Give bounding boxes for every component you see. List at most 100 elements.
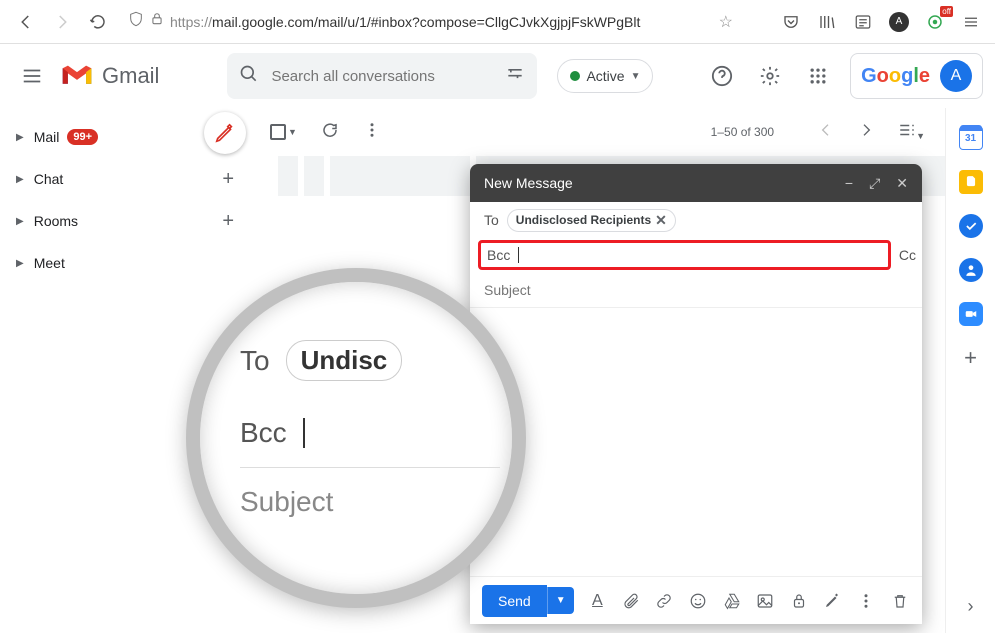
star-icon[interactable]: ☆ xyxy=(719,12,733,32)
chevron-right-icon: ▶ xyxy=(16,174,24,185)
send-button[interactable]: Send xyxy=(482,585,547,617)
search-input[interactable] xyxy=(271,68,493,85)
refresh-icon[interactable] xyxy=(321,121,339,144)
ext-badge-text: off xyxy=(940,6,953,17)
keep-addon-icon[interactable] xyxy=(959,170,983,194)
mag-to-label: To xyxy=(240,345,270,377)
browser-avatar[interactable]: A xyxy=(885,8,913,36)
readermode-icon[interactable] xyxy=(849,8,877,36)
search-bar[interactable] xyxy=(227,53,537,99)
chevron-down-icon[interactable]: ▼ xyxy=(288,127,297,137)
confidential-icon[interactable] xyxy=(789,592,809,610)
pagination-label: 1–50 of 300 xyxy=(711,125,774,139)
compose-title: New Message xyxy=(484,175,573,191)
next-page-icon[interactable] xyxy=(858,122,874,143)
sidebar-item-meet[interactable]: ▶ Meet xyxy=(0,242,250,284)
chevron-right-icon: ▶ xyxy=(16,258,24,269)
right-side-panel: 31 + › xyxy=(945,108,995,633)
sidebar-item-label: Mail xyxy=(34,129,60,145)
mag-to-row: To Undisc xyxy=(240,322,500,399)
zoom-addon-icon[interactable] xyxy=(959,302,983,326)
minimize-icon[interactable]: − xyxy=(845,175,853,192)
chip-remove-icon[interactable]: ✕ xyxy=(655,212,667,229)
nav-reload-icon[interactable] xyxy=(82,6,114,38)
sidebar-item-label: Meet xyxy=(34,255,65,271)
browser-menu-icon[interactable] xyxy=(957,8,985,36)
format-icon[interactable]: A xyxy=(588,592,608,610)
subject-input[interactable] xyxy=(484,282,908,298)
chevron-down-icon: ▼ xyxy=(631,71,641,82)
tasks-addon-icon[interactable] xyxy=(959,214,983,238)
support-icon[interactable] xyxy=(702,56,742,96)
mag-bcc-label: Bcc xyxy=(240,417,287,449)
mag-cursor xyxy=(303,418,305,448)
main-menu-icon[interactable] xyxy=(12,56,52,96)
send-options-button[interactable]: ▼ xyxy=(547,587,574,614)
prev-page-icon[interactable] xyxy=(818,122,834,143)
pocket-icon[interactable] xyxy=(777,8,805,36)
compose-toolbar: Send ▼ A xyxy=(470,576,922,624)
google-account-block[interactable]: Google A xyxy=(850,53,983,99)
compose-body[interactable] xyxy=(470,308,922,576)
nav-forward-icon xyxy=(46,6,78,38)
status-label: Active xyxy=(586,68,624,84)
search-icon xyxy=(239,64,259,89)
status-dot-icon xyxy=(570,71,580,81)
sidebar-item-mail[interactable]: ▶ Mail 99+ xyxy=(0,116,250,158)
mail-toolbar: ▼ 1–50 of 300 ▼ xyxy=(250,108,945,156)
google-wordmark: Google xyxy=(861,65,930,88)
compose-titlebar[interactable]: New Message − ⤢ ✕ xyxy=(470,164,922,202)
shield-icon xyxy=(128,11,144,32)
extension-icon[interactable]: off xyxy=(921,8,949,36)
attach-icon[interactable] xyxy=(621,592,641,610)
discard-icon[interactable] xyxy=(890,592,910,610)
chevron-right-icon: ▶ xyxy=(16,132,24,143)
plus-icon[interactable]: + xyxy=(222,210,234,233)
bcc-label: Bcc xyxy=(487,247,510,263)
mag-bcc-row: Bcc xyxy=(240,399,500,468)
unread-badge: 99+ xyxy=(67,129,98,145)
contacts-addon-icon[interactable] xyxy=(959,258,983,282)
emoji-icon[interactable] xyxy=(688,592,708,610)
link-icon[interactable] xyxy=(655,592,675,610)
library-icon[interactable] xyxy=(813,8,841,36)
plus-icon[interactable]: + xyxy=(222,168,234,191)
mag-chip: Undisc xyxy=(286,340,403,381)
lock-icon xyxy=(150,12,164,31)
compose-subject-row[interactable] xyxy=(470,272,922,308)
drive-icon[interactable] xyxy=(722,592,742,610)
search-options-icon[interactable] xyxy=(505,64,525,89)
compose-window: New Message − ⤢ ✕ To Undisclosed Recipie… xyxy=(470,164,922,624)
gmail-logo[interactable]: Gmail xyxy=(60,63,159,89)
apps-grid-icon[interactable] xyxy=(798,56,838,96)
gmail-m-icon xyxy=(60,63,94,89)
sidebar-item-label: Rooms xyxy=(34,213,78,229)
sidebar-item-chat[interactable]: ▶ Chat + xyxy=(0,158,250,200)
url-text: https://mail.google.com/mail/u/1/#inbox?… xyxy=(170,14,713,30)
compose-more-icon[interactable] xyxy=(856,592,876,610)
url-bar[interactable]: https://mail.google.com/mail/u/1/#inbox?… xyxy=(118,6,773,38)
density-icon[interactable]: ▼ xyxy=(898,121,925,144)
signature-icon[interactable] xyxy=(822,592,842,610)
cc-toggle[interactable]: Cc xyxy=(899,247,922,263)
sidebar-item-rooms[interactable]: ▶ Rooms + xyxy=(0,200,250,242)
app-title: Gmail xyxy=(102,63,159,89)
fullscreen-icon[interactable]: ⤢ xyxy=(869,175,880,192)
chip-text: Undisclosed Recipients xyxy=(516,213,651,227)
select-all-checkbox[interactable]: ▼ xyxy=(270,124,297,140)
app-header: Gmail Active ▼ Google A xyxy=(0,44,995,108)
close-icon[interactable]: ✕ xyxy=(896,175,908,192)
add-addon-icon[interactable]: + xyxy=(959,346,983,370)
image-icon[interactable] xyxy=(755,592,775,610)
nav-back-icon[interactable] xyxy=(10,6,42,38)
calendar-addon-icon[interactable]: 31 xyxy=(959,126,983,150)
chat-status-button[interactable]: Active ▼ xyxy=(557,59,653,93)
account-avatar[interactable]: A xyxy=(940,60,972,92)
compose-bcc-row[interactable]: Bcc xyxy=(478,240,891,270)
compose-to-row[interactable]: To Undisclosed Recipients ✕ xyxy=(470,202,922,238)
settings-icon[interactable] xyxy=(750,56,790,96)
chevron-right-icon: ▶ xyxy=(16,216,24,227)
recipient-chip[interactable]: Undisclosed Recipients ✕ xyxy=(507,209,676,232)
more-icon[interactable] xyxy=(363,121,381,144)
collapse-panel-icon[interactable]: › xyxy=(968,596,974,617)
